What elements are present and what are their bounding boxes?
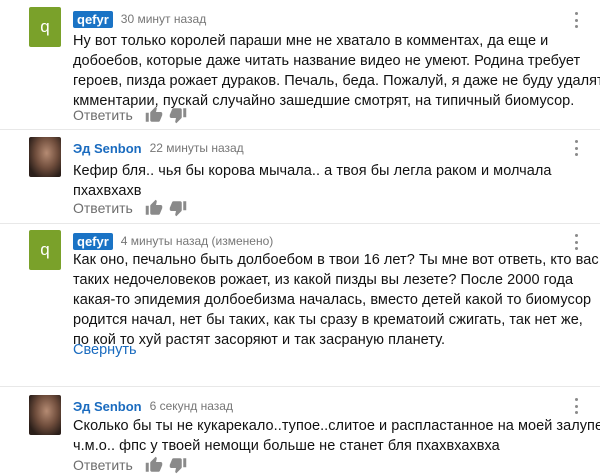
reply-button[interactable]: Ответить [73, 107, 133, 123]
timestamp[interactable]: 30 минут назад [121, 12, 206, 26]
comment-text-line: родится начал, нет бы таких, как ты сраз… [73, 312, 583, 328]
timestamp[interactable]: 22 минуты назад [150, 141, 244, 155]
more-vert-icon[interactable] [572, 398, 580, 414]
comment-header: Эд Senbon 6 секунд назад [73, 397, 233, 415]
collapse-link[interactable]: Свернуть [73, 342, 137, 358]
comment-text-line: ч.м.о.. фпс у твоей немощи больше не ста… [73, 438, 500, 454]
comment-text: Сколько бы ты не кукарекало..тупое..слит… [73, 416, 600, 456]
comment-header: qefyr 4 минуты назад (изменено) [73, 232, 273, 250]
reply-button[interactable]: Ответить [73, 457, 133, 473]
author-name[interactable]: qefyr [73, 10, 113, 28]
divider [0, 386, 600, 387]
comment-text-line: таких недочеловеков рожает, из какой пиз… [73, 272, 574, 288]
author-name[interactable]: Эд Senbon [73, 140, 142, 157]
thumbs-down-icon[interactable] [169, 456, 187, 474]
more-vert-icon[interactable] [572, 12, 580, 28]
avatar[interactable] [29, 395, 61, 435]
more-vert-icon[interactable] [572, 234, 580, 250]
more-vert-icon[interactable] [572, 140, 580, 156]
comment-text-line: Кефир бля.. чья бы корова мычала.. а тво… [73, 163, 552, 179]
timestamp[interactable]: 4 минуты назад (изменено) [121, 234, 273, 248]
divider [0, 129, 600, 130]
comment-text-line: какая-то эпидемия долбоебизма началась, … [73, 292, 592, 308]
thumbs-up-icon[interactable] [145, 199, 163, 217]
thumbs-up-icon[interactable] [145, 106, 163, 124]
comment-text-line: по кой то хуй растят засоряют и так заср… [73, 332, 446, 348]
avatar[interactable]: q [29, 7, 61, 47]
comment-actions: Ответить [73, 198, 187, 218]
avatar[interactable]: q [29, 230, 61, 270]
thumbs-down-icon[interactable] [169, 106, 187, 124]
comment-text: Ну вот только королей параши мне не хват… [73, 31, 600, 111]
comment-text: Как оно, печально быть долбоебом в твои … [73, 250, 599, 350]
comment-header: Эд Senbon 22 минуты назад [73, 139, 244, 157]
comment-actions: Ответить [73, 105, 187, 125]
comment-header: qefyr 30 минут назад [73, 10, 206, 28]
comment-text-line: Как оно, печально быть долбоебом в твои … [73, 252, 599, 268]
timestamp[interactable]: 6 секунд назад [150, 399, 233, 413]
thumbs-up-icon[interactable] [145, 456, 163, 474]
reply-button[interactable]: Ответить [73, 200, 133, 216]
avatar-letter: q [40, 17, 50, 36]
author-name[interactable]: qefyr [73, 232, 113, 250]
divider [0, 223, 600, 224]
author-name[interactable]: Эд Senbon [73, 398, 142, 415]
comment-text-line: добоебов, которые даже читать название в… [73, 53, 581, 69]
avatar-letter: q [40, 240, 50, 259]
avatar[interactable] [29, 137, 61, 177]
thumbs-down-icon[interactable] [169, 199, 187, 217]
comment-text-line: Ну вот только королей параши мне не хват… [73, 33, 549, 49]
comment-text-line: Сколько бы ты не кукарекало..тупое..слит… [73, 418, 600, 434]
comment-actions: Ответить [73, 455, 187, 475]
comment-text-line: героев, пизда рожает дураков. Печаль, бе… [73, 73, 600, 89]
comment-text: Кефир бля.. чья бы корова мычала.. а тво… [73, 161, 578, 201]
